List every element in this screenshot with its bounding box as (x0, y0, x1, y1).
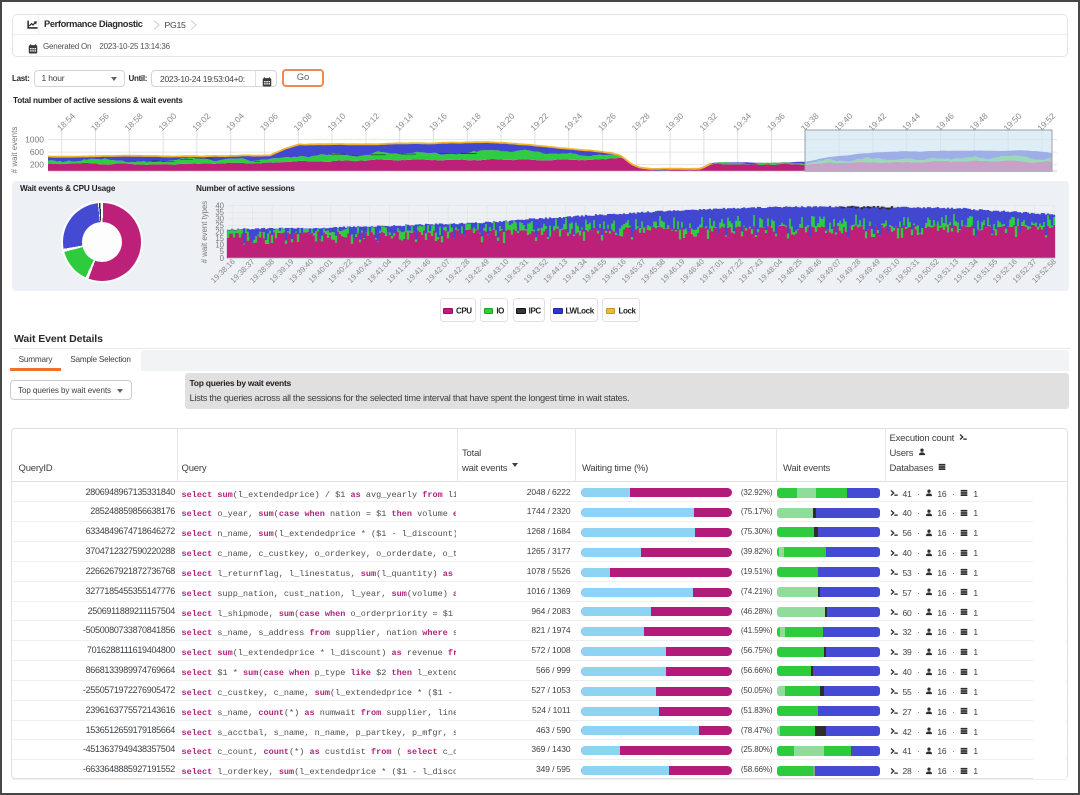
svg-text:600: 600 (30, 147, 44, 157)
svg-text:19:20: 19:20 (494, 111, 516, 133)
svg-text:19:00: 19:00 (156, 111, 178, 133)
svg-text:19:26: 19:26 (596, 111, 618, 133)
svg-text:19:24: 19:24 (562, 111, 584, 133)
svg-text:19:02: 19:02 (190, 111, 212, 133)
svg-text:19:08: 19:08 (292, 111, 314, 133)
svg-text:40: 40 (215, 201, 224, 210)
svg-text:19:32: 19:32 (697, 111, 719, 133)
svg-text:19:30: 19:30 (663, 111, 685, 133)
svg-text:# wait event types: # wait event types (200, 201, 209, 264)
svg-text:19:34: 19:34 (731, 111, 753, 133)
svg-text:19:16: 19:16 (427, 111, 449, 133)
svg-text:19:18: 19:18 (461, 111, 483, 133)
svg-text:18:54: 18:54 (55, 111, 77, 133)
svg-text:19:06: 19:06 (258, 111, 280, 133)
svg-text:18:56: 18:56 (89, 111, 111, 133)
svg-text:19:04: 19:04 (224, 111, 246, 133)
svg-text:19:28: 19:28 (630, 111, 652, 133)
svg-text:19:14: 19:14 (393, 111, 415, 133)
svg-text:1000: 1000 (25, 135, 44, 145)
svg-text:# wait events: # wait events (10, 127, 19, 174)
svg-text:18:58: 18:58 (123, 111, 145, 133)
svg-text:200: 200 (30, 160, 44, 170)
svg-text:19:12: 19:12 (359, 111, 381, 133)
svg-text:19:36: 19:36 (765, 111, 787, 133)
svg-text:19:22: 19:22 (528, 111, 550, 133)
svg-text:19:10: 19:10 (325, 111, 347, 133)
